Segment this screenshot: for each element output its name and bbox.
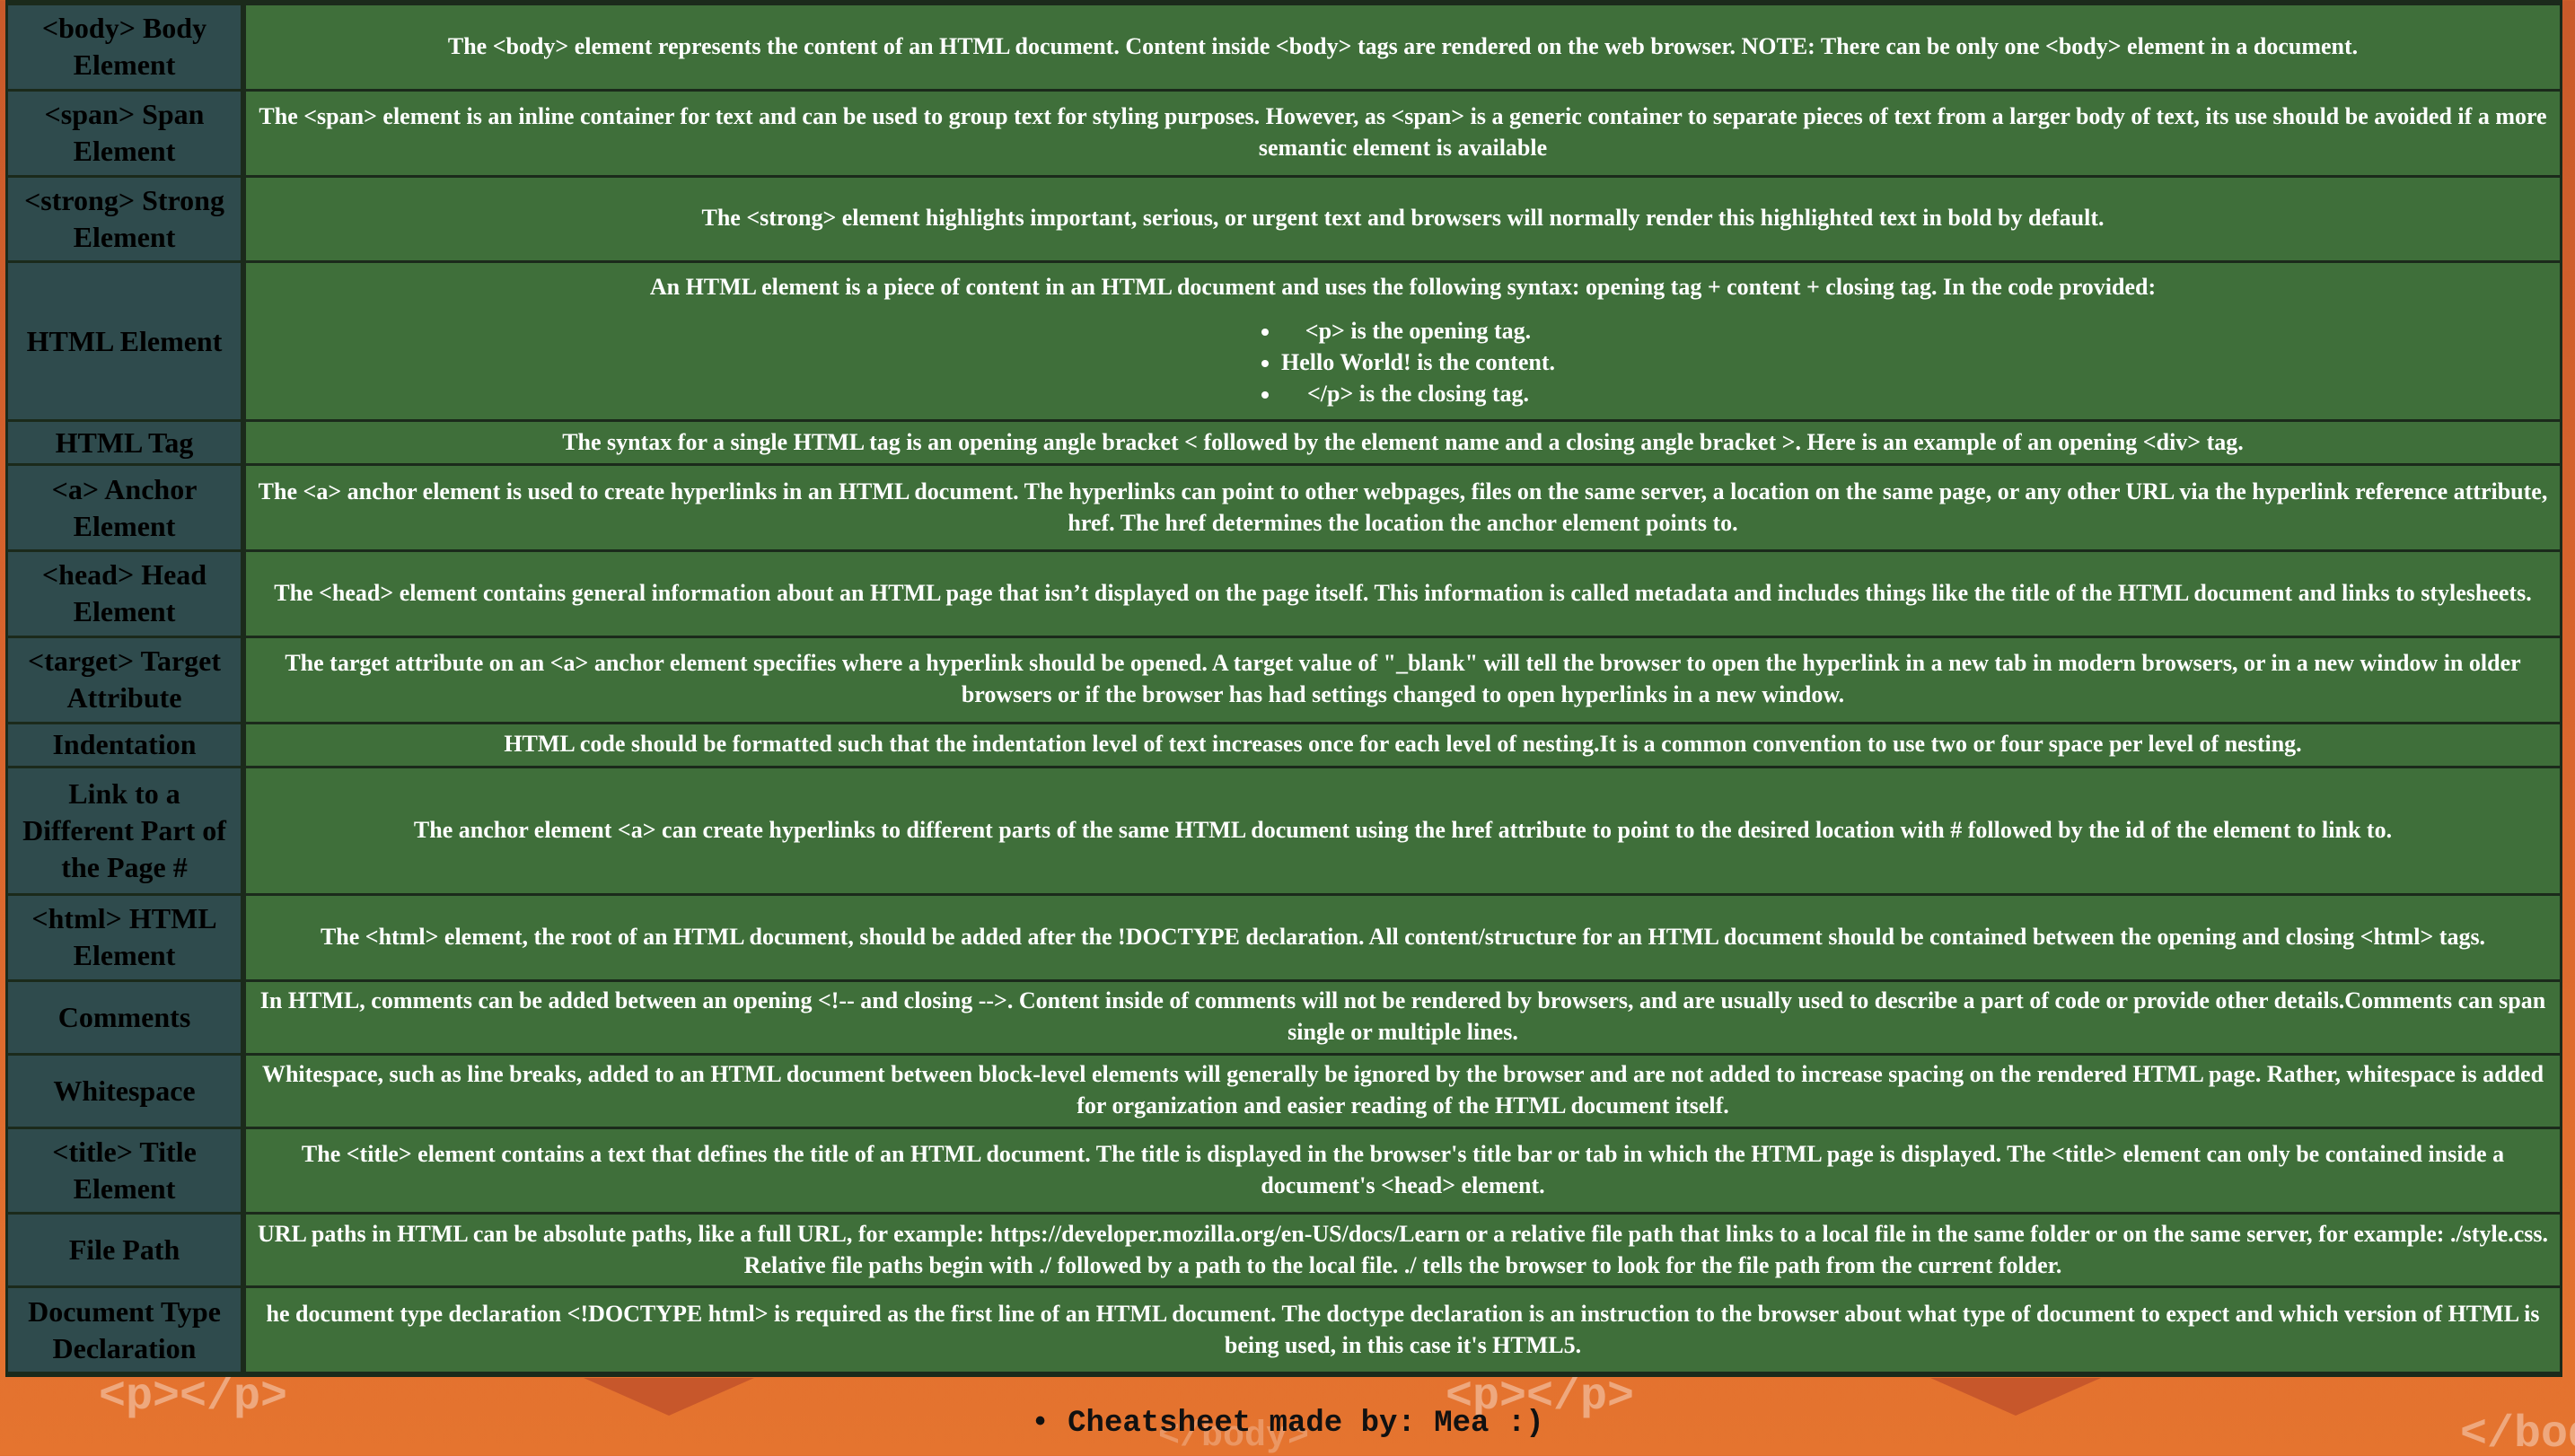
term-cell: Document Type Declaration — [8, 1288, 246, 1372]
definition-text: The anchor element <a> can create hyperl… — [413, 817, 2393, 844]
table-row: <html> HTML Element The <html> element, t… — [8, 896, 2560, 979]
list-item: <p> is the opening tag. — [1281, 316, 1555, 347]
definition-cell: In HTML, comments can be added between a… — [246, 981, 2560, 1053]
cheatsheet-table: <body> Body Element The <body> element re… — [8, 3, 2560, 1374]
table-row: Document Type Declaration he document typ… — [8, 1288, 2560, 1372]
table-row: HTML Element An HTML element is a piece o… — [8, 263, 2560, 419]
definition-bullet-wrap: <p> is the opening tag.Hello World! is t… — [251, 303, 2554, 409]
table-row: <a> Anchor Element The <a> anchor element… — [8, 466, 2560, 549]
definition-text: The target attribute on an <a> anchor el… — [285, 650, 2521, 708]
definition-cell: The <title> element contains a text that… — [246, 1128, 2560, 1213]
definition-text: The syntax for a single HTML tag is an o… — [562, 428, 2244, 455]
table-row: Indentation HTML code should be formatted… — [8, 724, 2560, 766]
definition-cell: The syntax for a single HTML tag is an o… — [246, 421, 2560, 464]
definition-text: The <strong> element highlights importan… — [701, 205, 2105, 232]
list-item: Hello World! is the content. — [1281, 347, 1555, 379]
term-cell: Whitespace — [8, 1055, 246, 1127]
footer-credit: • Cheatsheet made by: Mea :) — [1031, 1407, 1544, 1441]
definition-bullet-list: <p> is the opening tag.Hello World! is t… — [1251, 316, 1555, 409]
table-row: Whitespace Whitespace, such as line break… — [8, 1055, 2560, 1127]
definition-cell: An HTML element is a piece of content in… — [246, 263, 2560, 419]
definition-text: The <a> anchor element is used to create… — [258, 478, 2548, 536]
table-row: <span> Span Element The <span> element is… — [8, 91, 2560, 175]
definition-text: The <span> element is an inline containe… — [259, 103, 2547, 162]
table-row: File Path URL paths in HTML can be absolu… — [8, 1215, 2560, 1286]
definition-text: The <title> element contains a text that… — [301, 1141, 2505, 1198]
term-cell: HTML Element — [8, 263, 246, 419]
definition-text: The <head> element contains general info… — [274, 579, 2532, 606]
table-row: <strong> Strong Element The <strong> elem… — [8, 177, 2560, 261]
table-row: <body> Body Element The <body> element re… — [8, 5, 2560, 89]
table-row: HTML Tag The syntax for a single HTML tag… — [8, 421, 2560, 464]
cheatsheet-table-container: <body> Body Element The <body> element re… — [5, 0, 2562, 1377]
definition-cell: The target attribute on an <a> anchor el… — [246, 637, 2560, 722]
definition-cell: The anchor element <a> can create hyperl… — [246, 767, 2560, 893]
definition-cell: The <head> element contains general info… — [246, 552, 2560, 636]
definition-cell: URL paths in HTML can be absolute paths,… — [246, 1215, 2560, 1286]
definition-text: The <body> element represents the conten… — [447, 32, 2359, 59]
definition-cell: The <span> element is an inline containe… — [246, 91, 2560, 175]
definition-cell: The <body> element represents the conten… — [246, 5, 2560, 89]
table-row: <title> Title Element The <title> element… — [8, 1128, 2560, 1213]
cheatsheet-table-body: <body> Body Element The <body> element re… — [8, 5, 2560, 1372]
definition-text: URL paths in HTML can be absolute paths,… — [257, 1220, 2549, 1278]
term-cell: File Path — [8, 1215, 246, 1286]
definition-text: HTML code should be formatted such that … — [504, 731, 2302, 758]
definition-cell: Whitespace, such as line breaks, added t… — [246, 1055, 2560, 1127]
definition-text: In HTML, comments can be added between a… — [259, 987, 2546, 1046]
definition-cell: HTML code should be formatted such that … — [246, 724, 2560, 766]
term-cell: Indentation — [8, 724, 246, 766]
list-item: </p> is the closing tag. — [1281, 379, 1555, 410]
definition-cell: he document type declaration <!DOCTYPE h… — [246, 1288, 2560, 1372]
table-row: <head> Head Element The <head> element co… — [8, 552, 2560, 636]
term-cell: <a> Anchor Element — [8, 466, 246, 549]
term-cell: <title> Title Element — [8, 1128, 246, 1213]
term-cell: <html> HTML Element — [8, 896, 246, 979]
term-cell: <head> Head Element — [8, 552, 246, 636]
definition-cell: The <a> anchor element is used to create… — [246, 466, 2560, 549]
term-cell: <strong> Strong Element — [8, 177, 246, 261]
definition-text: he document type declaration <!DOCTYPE h… — [266, 1300, 2540, 1358]
term-cell: HTML Tag — [8, 421, 246, 464]
term-cell: Comments — [8, 981, 246, 1053]
definition-cell: The <strong> element highlights importan… — [246, 177, 2560, 261]
table-row: Link to a Different Part of the Page # Th… — [8, 767, 2560, 893]
table-row: <target> Target Attribute The target attr… — [8, 637, 2560, 722]
definition-text: An HTML element is a piece of content in… — [649, 274, 2157, 301]
definition-cell: The <html> element, the root of an HTML … — [246, 896, 2560, 979]
term-cell: <body> Body Element — [8, 5, 246, 89]
term-cell: Link to a Different Part of the Page # — [8, 767, 246, 893]
definition-text: Whitespace, such as line breaks, added t… — [261, 1061, 2544, 1119]
term-cell: <span> Span Element — [8, 91, 246, 175]
definition-text: The <html> element, the root of an HTML … — [320, 923, 2486, 950]
term-cell: <target> Target Attribute — [8, 637, 246, 722]
table-row: Comments In HTML, comments can be added b… — [8, 981, 2560, 1053]
